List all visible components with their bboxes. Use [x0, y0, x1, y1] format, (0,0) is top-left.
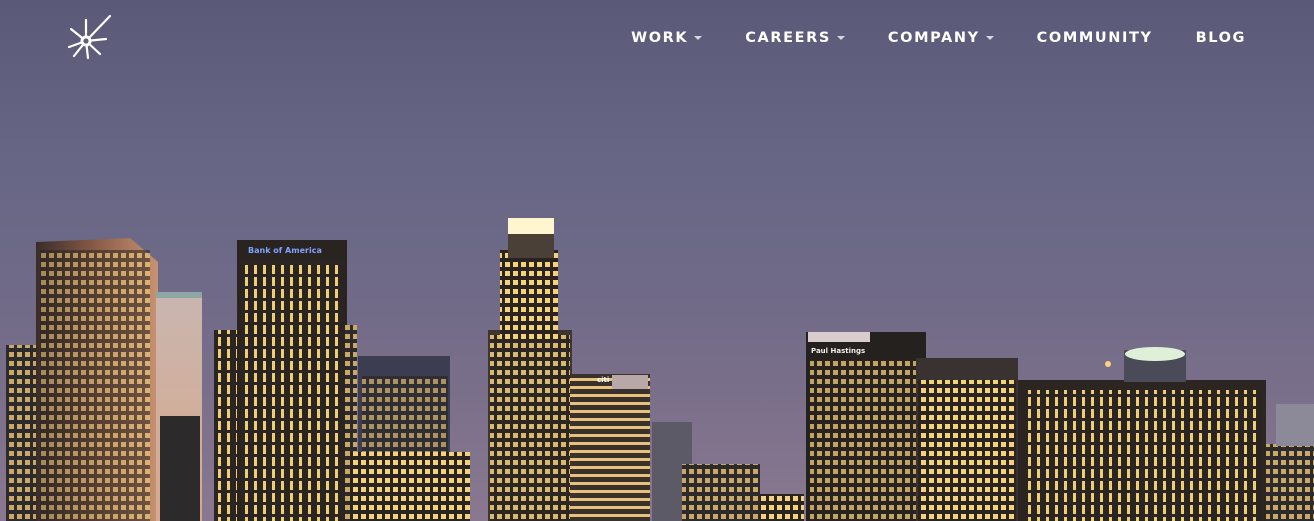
bank-of-america-sign: Bank of America [248, 246, 322, 255]
paul-hastings-sign: Paul Hastings [811, 347, 866, 355]
caret-down-icon [694, 36, 703, 40]
nav-blog[interactable]: BLOG [1196, 28, 1246, 48]
starburst-logo-icon[interactable] [66, 14, 114, 60]
nav-work[interactable]: WORK [631, 28, 703, 48]
nav-blog-label: BLOG [1195, 30, 1246, 46]
nav-company-label: COMPANY [887, 30, 980, 46]
caret-down-icon [836, 36, 845, 40]
hero-banner: Bank of America Paul Hastings citi WORK [0, 0, 1314, 521]
caret-down-icon [985, 36, 994, 40]
nav-careers[interactable]: CAREERS [745, 28, 845, 48]
skyline-image [6, 218, 1314, 521]
citi-sign: citi [597, 376, 610, 384]
nav-work-label: WORK [631, 30, 689, 46]
nav-company[interactable]: COMPANY [888, 28, 994, 48]
nav-community-label: COMMUNITY [1036, 30, 1153, 46]
nav-community[interactable]: COMMUNITY [1037, 28, 1153, 48]
main-nav: WORK CAREERS COMPANY COMMUNITY BLOG [588, 28, 1246, 48]
nav-careers-label: CAREERS [745, 30, 831, 46]
